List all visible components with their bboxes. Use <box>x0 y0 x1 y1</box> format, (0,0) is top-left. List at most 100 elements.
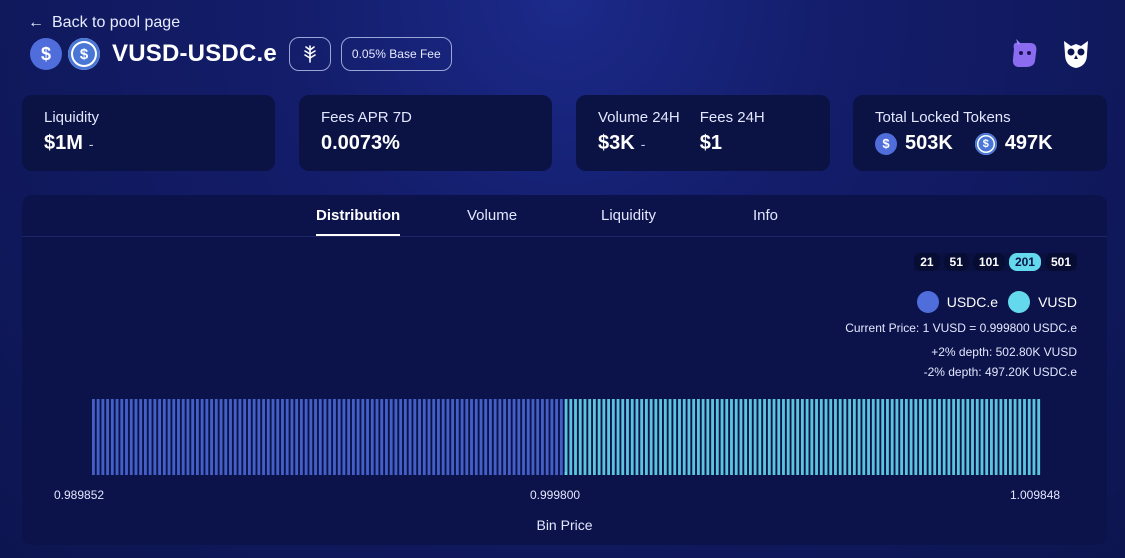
back-to-pool-link[interactable]: ← Back to pool page <box>28 14 180 32</box>
distribution-bin[interactable] <box>994 399 998 475</box>
distribution-bin[interactable] <box>158 399 162 475</box>
distribution-bin[interactable] <box>876 399 880 475</box>
distribution-bin[interactable] <box>408 399 412 475</box>
distribution-bin[interactable] <box>503 399 507 475</box>
distribution-bin[interactable] <box>517 399 521 475</box>
tab-info[interactable]: Info <box>753 207 778 224</box>
distribution-bin[interactable] <box>569 399 573 475</box>
distribution-bin[interactable] <box>867 399 870 475</box>
distribution-bin[interactable] <box>990 399 993 475</box>
distribution-bin[interactable] <box>120 399 124 475</box>
distribution-bin[interactable] <box>555 399 559 475</box>
distribution-bin[interactable] <box>730 399 733 475</box>
distribution-bin[interactable] <box>172 399 176 475</box>
distribution-bin[interactable] <box>720 399 724 475</box>
distribution-bin[interactable] <box>1027 399 1031 475</box>
distribution-bin[interactable] <box>640 399 644 475</box>
distribution-bin[interactable] <box>1037 399 1041 475</box>
wallet-mascot-icon[interactable] <box>1007 38 1041 70</box>
distribution-bin[interactable] <box>696 399 700 475</box>
distribution-bin[interactable] <box>195 399 199 475</box>
distribution-bin[interactable] <box>134 399 138 475</box>
pool-version-badge[interactable] <box>288 37 331 71</box>
distribution-bin[interactable] <box>200 399 204 475</box>
distribution-bin[interactable] <box>522 399 525 475</box>
distribution-bin[interactable] <box>507 399 511 475</box>
distribution-bin[interactable] <box>474 399 478 475</box>
distribution-bin[interactable] <box>186 399 190 475</box>
distribution-bin[interactable] <box>342 399 346 475</box>
distribution-bin[interactable] <box>673 399 677 475</box>
distribution-bin[interactable] <box>125 399 128 475</box>
distribution-bin[interactable] <box>219 399 223 475</box>
range-option-201[interactable]: 201 <box>1008 253 1041 271</box>
tab-distribution[interactable]: Distribution <box>316 207 401 236</box>
distribution-bin[interactable] <box>843 399 847 475</box>
distribution-bin[interactable] <box>692 399 696 475</box>
distribution-bin[interactable] <box>682 399 686 475</box>
distribution-bin[interactable] <box>370 399 374 475</box>
distribution-bin[interactable] <box>210 399 213 475</box>
distribution-bin[interactable] <box>578 399 582 475</box>
distribution-bin[interactable] <box>815 399 818 475</box>
distribution-bin[interactable] <box>583 399 587 475</box>
distribution-bin[interactable] <box>229 399 232 475</box>
distribution-bin[interactable] <box>938 399 941 475</box>
distribution-bin[interactable] <box>796 399 800 475</box>
distribution-bin[interactable] <box>1008 399 1012 475</box>
distribution-bin[interactable] <box>777 399 781 475</box>
distribution-bin[interactable] <box>224 399 228 475</box>
distribution-bin[interactable] <box>536 399 540 475</box>
distribution-bin[interactable] <box>252 399 256 475</box>
distribution-bin[interactable] <box>290 399 294 475</box>
distribution-bin[interactable] <box>947 399 951 475</box>
distribution-bin[interactable] <box>531 399 535 475</box>
distribution-bin[interactable] <box>961 399 965 475</box>
distribution-bin[interactable] <box>630 399 634 475</box>
distribution-bin[interactable] <box>328 399 332 475</box>
distribution-bin[interactable] <box>786 399 790 475</box>
distribution-bin[interactable] <box>526 399 530 475</box>
distribution-bin[interactable] <box>834 399 837 475</box>
distribution-bin[interactable] <box>767 399 771 475</box>
distribution-bin[interactable] <box>257 399 261 475</box>
distribution-bin[interactable] <box>971 399 974 475</box>
range-option-51[interactable]: 51 <box>943 253 969 271</box>
distribution-bin[interactable] <box>148 399 152 475</box>
range-option-21[interactable]: 21 <box>914 253 940 271</box>
distribution-bin[interactable] <box>687 399 691 475</box>
distribution-bin[interactable] <box>890 399 894 475</box>
distribution-bin[interactable] <box>1032 399 1036 475</box>
distribution-bin[interactable] <box>489 399 492 475</box>
distribution-bin[interactable] <box>772 399 776 475</box>
distribution-bin[interactable] <box>413 399 417 475</box>
distribution-bin[interactable] <box>739 399 743 475</box>
distribution-bin[interactable] <box>763 399 766 475</box>
distribution-bin[interactable] <box>881 399 885 475</box>
distribution-bin[interactable] <box>205 399 209 475</box>
distribution-bin[interactable] <box>626 399 629 475</box>
distribution-bin[interactable] <box>361 399 365 475</box>
distribution-bin[interactable] <box>96 399 100 475</box>
distribution-bin[interactable] <box>886 399 889 475</box>
distribution-bin[interactable] <box>919 399 922 475</box>
distribution-bin[interactable] <box>644 399 648 475</box>
distribution-bin[interactable] <box>782 399 785 475</box>
distribution-bin[interactable] <box>663 399 667 475</box>
distribution-bin[interactable] <box>460 399 464 475</box>
distribution-bin[interactable] <box>725 399 729 475</box>
distribution-bin[interactable] <box>838 399 842 475</box>
distribution-bin[interactable] <box>299 399 303 475</box>
distribution-bin[interactable] <box>323 399 327 475</box>
distribution-bin[interactable] <box>909 399 913 475</box>
distribution-bin[interactable] <box>597 399 601 475</box>
distribution-bin[interactable] <box>550 399 554 475</box>
range-option-501[interactable]: 501 <box>1044 253 1077 271</box>
distribution-bin[interactable] <box>607 399 611 475</box>
distribution-bin[interactable] <box>115 399 119 475</box>
distribution-bin[interactable] <box>900 399 904 475</box>
distribution-bin[interactable] <box>366 399 369 475</box>
distribution-bin[interactable] <box>318 399 322 475</box>
distribution-bin[interactable] <box>422 399 426 475</box>
distribution-bin[interactable] <box>333 399 336 475</box>
